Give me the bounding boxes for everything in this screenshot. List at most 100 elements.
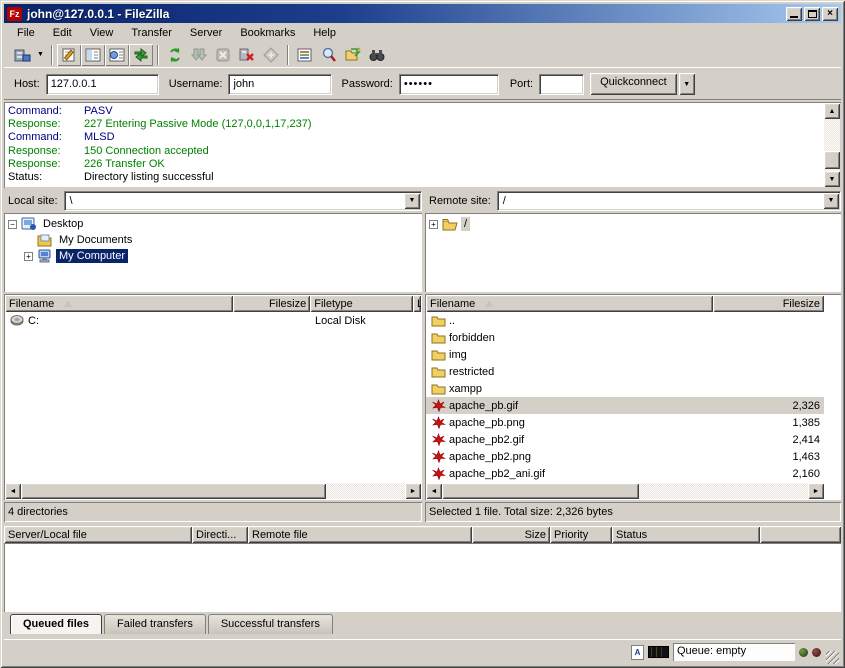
combo-dropdown-icon[interactable]: ▼ [823,193,839,209]
port-input[interactable] [539,74,584,95]
title-bar[interactable]: Fz john@127.0.0.1 - FileZilla × [4,4,841,23]
file-row[interactable]: .. [426,312,824,329]
refresh-button[interactable] [163,44,187,66]
toggle-transfer-queue-button[interactable] [129,44,153,66]
tab-successful-transfers[interactable]: Successful transfers [208,614,333,634]
file-row[interactable]: restricted [426,363,824,380]
column-status[interactable]: Status [612,526,760,543]
scroll-right-icon[interactable]: ► [405,483,421,499]
local-site-value: \ [70,195,73,207]
scroll-right-icon[interactable]: ► [808,483,824,499]
host-input[interactable]: 127.0.0.1 [46,74,159,95]
column-filename[interactable]: Filename [426,295,713,312]
file-row[interactable]: apache_pb2.png 1,463 [426,448,824,465]
tree-label[interactable]: Desktop [40,217,86,231]
column-remote-file[interactable]: Remote file [248,526,472,543]
site-manager-dropdown[interactable]: ▼ [34,44,47,66]
file-row[interactable]: img [426,346,824,363]
local-site-combobox[interactable]: \ ▼ [64,191,422,211]
column-last-modified[interactable]: L [413,295,421,312]
menu-view[interactable]: View [81,25,123,41]
tree-item-my-documents[interactable]: My Documents [8,232,420,248]
menu-edit[interactable]: Edit [44,25,81,41]
directory-comparison-button[interactable] [365,44,389,66]
scroll-thumb[interactable] [21,483,326,499]
reconnect-button[interactable] [259,44,283,66]
file-row[interactable]: xampp [426,380,824,397]
scroll-left-icon[interactable]: ◄ [5,483,21,499]
remote-list-body[interactable]: .. forbidden img [426,312,824,483]
menu-bookmarks[interactable]: Bookmarks [231,25,304,41]
host-label: Host: [14,78,40,90]
combo-dropdown-icon[interactable]: ▼ [404,193,420,209]
username-input[interactable]: john [228,74,332,95]
file-row[interactable]: forbidden [426,329,824,346]
filter-button[interactable] [293,44,317,66]
menu-server[interactable]: Server [181,25,231,41]
synchronized-browsing-button[interactable] [341,44,365,66]
toggle-remote-tree-button[interactable] [105,44,129,66]
column-filename[interactable]: Filename [5,295,233,312]
speed-limit-indicator-icon[interactable] [648,646,669,658]
tree-item-my-computer[interactable]: + My Computer [8,248,420,264]
minimize-button[interactable] [786,7,802,21]
queue-body[interactable] [4,543,841,612]
scroll-left-icon[interactable]: ◄ [426,483,442,499]
remote-site-combobox[interactable]: / ▼ [497,191,841,211]
expand-icon[interactable]: + [24,252,33,261]
process-queue-button[interactable] [187,44,211,66]
local-list-body[interactable]: C: Local Disk [5,312,421,483]
column-direction[interactable]: Directi... [192,526,248,543]
tree-label-selected[interactable]: / [461,217,470,231]
scroll-down-icon[interactable]: ▼ [824,171,840,187]
log-scrollbar[interactable]: ▲ ▼ [824,103,840,187]
toggle-message-log-button[interactable] [57,44,81,66]
file-row-selected[interactable]: apache_pb.gif 2,326 [426,397,824,414]
scroll-up-icon[interactable]: ▲ [824,103,840,119]
remote-list-hscrollbar[interactable]: ◄ ► [426,483,824,499]
tree-label[interactable]: My Documents [56,233,135,247]
maximize-button[interactable] [804,7,820,21]
collapse-icon[interactable]: − [8,220,17,229]
column-priority[interactable]: Priority [550,526,612,543]
column-filesize[interactable]: Filesize [233,295,310,312]
expand-icon[interactable]: + [429,220,438,229]
file-search-button[interactable] [317,44,341,66]
file-row[interactable]: apache_pb2_ani.gif 2,160 [426,465,824,482]
remote-status: Selected 1 file. Total size: 2,326 bytes [425,502,841,522]
local-list-hscrollbar[interactable]: ◄ ► [5,483,421,499]
resize-grip-icon[interactable] [826,651,839,664]
tree-item-desktop[interactable]: − Desktop [8,216,420,232]
close-button[interactable]: × [822,7,838,21]
file-row-c-drive[interactable]: C: Local Disk [5,312,421,329]
menu-help[interactable]: Help [304,25,345,41]
file-row[interactable]: apache_pb.png 1,385 [426,414,824,431]
column-filetype[interactable]: Filetype [310,295,413,312]
cancel-button[interactable] [211,44,235,66]
quickconnect-dropdown[interactable]: ▼ [679,73,695,95]
tab-failed-transfers[interactable]: Failed transfers [104,614,206,634]
log-line: Response: 226 Transfer OK [8,158,821,171]
file-row[interactable]: apache_pb2.gif 2,414 [426,431,824,448]
open-folder-icon [442,217,458,231]
site-manager-button[interactable] [10,44,34,66]
menu-file[interactable]: File [8,25,44,41]
tree-label-selected[interactable]: My Computer [56,249,128,263]
tree-item-root[interactable]: + / [429,216,839,232]
tab-queued-files[interactable]: Queued files [10,614,102,634]
menu-transfer[interactable]: Transfer [122,25,181,41]
scroll-track[interactable] [21,483,405,499]
disconnect-button[interactable] [235,44,259,66]
column-size[interactable]: Size [472,526,550,543]
scroll-thumb[interactable] [824,151,840,169]
scroll-thumb[interactable] [442,483,639,499]
local-pane: Local site: \ ▼ − Desktop [4,190,422,522]
column-label: Status [616,529,647,541]
quickconnect-button[interactable]: Quickconnect [590,73,677,95]
password-input[interactable]: •••••• [399,74,499,95]
data-type-indicator-icon[interactable]: A [631,645,644,660]
scroll-track[interactable] [442,483,808,499]
column-filesize[interactable]: Filesize [713,295,824,312]
column-server-local-file[interactable]: Server/Local file [4,526,192,543]
toggle-local-tree-button[interactable] [81,44,105,66]
